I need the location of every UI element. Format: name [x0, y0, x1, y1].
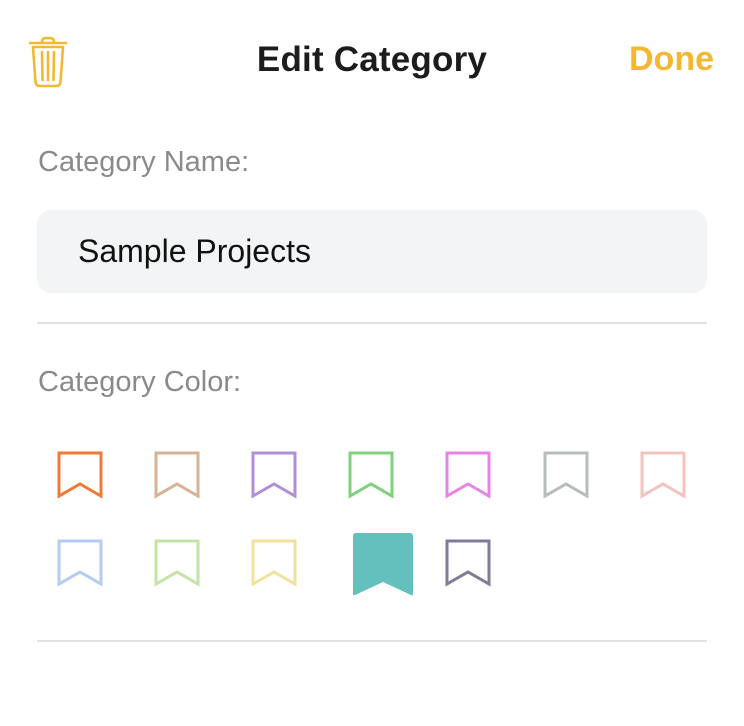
bookmark-icon [445, 539, 491, 587]
color-swatch-7[interactable] [640, 451, 686, 504]
bookmark-icon [543, 451, 589, 499]
divider [37, 640, 707, 642]
category-color-label: Category Color: [38, 366, 242, 398]
bookmark-icon [57, 539, 103, 587]
bookmark-icon [640, 451, 686, 499]
color-swatch-1[interactable] [57, 451, 103, 504]
navigation-bar: Edit Category Done [0, 0, 744, 124]
bookmark-icon [353, 533, 413, 596]
divider [37, 322, 707, 324]
color-swatch-3[interactable] [251, 451, 297, 504]
bookmark-icon [445, 451, 491, 499]
color-swatch-8[interactable] [57, 539, 103, 592]
bookmark-icon [251, 539, 297, 587]
bookmark-icon [154, 451, 200, 499]
color-swatch-6[interactable] [543, 451, 589, 504]
bookmark-icon [348, 451, 394, 499]
category-name-field[interactable]: Sample Projects [37, 210, 707, 293]
color-swatch-5[interactable] [445, 451, 491, 504]
category-name-label: Category Name: [38, 146, 250, 178]
bookmark-icon [57, 451, 103, 499]
bookmark-icon [251, 451, 297, 499]
color-swatch-11[interactable] [351, 532, 415, 603]
done-button[interactable]: Done [629, 40, 714, 79]
color-swatch-12[interactable] [445, 539, 491, 592]
color-swatch-10[interactable] [251, 539, 297, 592]
color-swatch-4[interactable] [348, 451, 394, 504]
bookmark-icon [154, 539, 200, 587]
color-swatch-2[interactable] [154, 451, 200, 504]
color-swatch-9[interactable] [154, 539, 200, 592]
